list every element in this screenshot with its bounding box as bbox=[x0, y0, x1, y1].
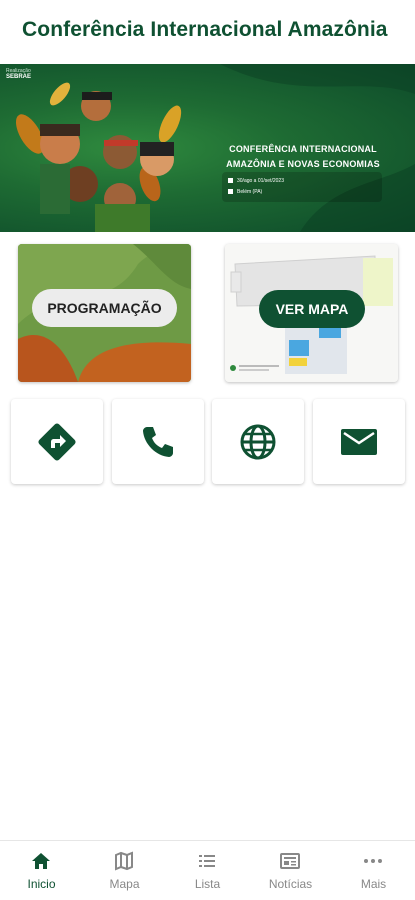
calendar-icon bbox=[228, 178, 233, 184]
nav-item-mais[interactable]: Mais bbox=[332, 841, 415, 900]
globe-icon bbox=[240, 424, 276, 459]
banner-location: Belém (PA) bbox=[228, 187, 376, 198]
directions-icon bbox=[38, 422, 76, 461]
nav-label-mais: Mais bbox=[360, 877, 387, 891]
banner-heading: CONFERÊNCIA INTERNACIONAL AMAZÔNIA E NOV… bbox=[226, 144, 380, 169]
nav-item-lista[interactable]: Lista bbox=[166, 841, 249, 900]
map-icon bbox=[115, 851, 133, 871]
bottom-nav: Inicio Mapa Lista Notícias Mais bbox=[0, 840, 415, 900]
email-button[interactable] bbox=[313, 399, 405, 484]
nav-label-mapa: Mapa bbox=[109, 877, 140, 891]
news-icon bbox=[280, 853, 300, 869]
phone-icon bbox=[143, 426, 173, 457]
nav-item-mapa[interactable]: Mapa bbox=[83, 841, 166, 900]
page-title: Conferência Internacional Amazônia bbox=[22, 18, 388, 41]
directions-button[interactable] bbox=[11, 399, 103, 484]
nav-label-lista: Lista bbox=[194, 877, 221, 891]
app-header: Conferência Internacional Amazônia bbox=[0, 0, 415, 64]
view-map-button[interactable]: VER MAPA bbox=[259, 290, 365, 328]
mail-icon bbox=[341, 428, 377, 455]
banner-event-info: 30/ago a 01/set/2023 Belém (PA) bbox=[222, 172, 382, 202]
more-icon bbox=[364, 859, 382, 863]
list-icon bbox=[199, 855, 215, 867]
website-button[interactable] bbox=[212, 399, 304, 484]
nav-item-inicio[interactable]: Inicio bbox=[0, 841, 83, 900]
phone-button[interactable] bbox=[112, 399, 204, 484]
map-card[interactable]: VER MAPA bbox=[225, 244, 398, 382]
program-card[interactable]: PROGRAMAÇÃO bbox=[18, 244, 191, 382]
nav-item-noticias[interactable]: Notícias bbox=[249, 841, 332, 900]
location-icon bbox=[228, 189, 233, 195]
sponsor-logo: Realização SEBRAE bbox=[6, 68, 32, 80]
home-icon bbox=[32, 853, 50, 869]
program-button[interactable]: PROGRAMAÇÃO bbox=[32, 289, 177, 327]
nav-label-noticias: Notícias bbox=[268, 877, 313, 891]
event-banner[interactable]: Realização SEBRAE CONFERÊNCIA INTERNACIO… bbox=[0, 64, 415, 232]
banner-date: 30/ago a 01/set/2023 bbox=[228, 176, 376, 187]
nav-label-inicio: Inicio bbox=[27, 877, 56, 891]
